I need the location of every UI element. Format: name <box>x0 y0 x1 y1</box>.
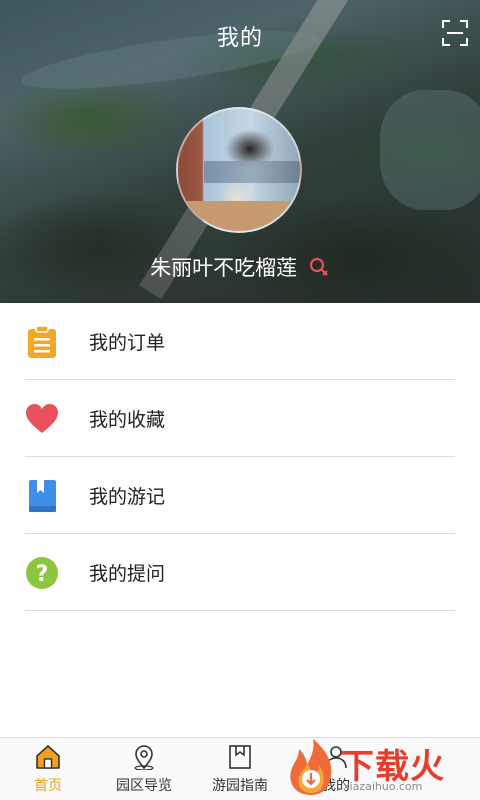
username: 朱丽叶不吃榴莲 <box>150 256 298 280</box>
clipboard-icon <box>28 324 56 358</box>
menu-item-travel-notes[interactable]: 我的游记 <box>0 457 480 534</box>
divider <box>25 610 455 611</box>
nav-item-home[interactable]: 首页 <box>0 738 96 800</box>
nav-item-park-guide[interactable]: 园区导览 <box>96 738 192 800</box>
menu-item-label: 我的订单 <box>89 332 166 354</box>
avatar[interactable] <box>176 107 302 233</box>
nav-label: 首页 <box>34 778 62 794</box>
menu-item-label: 我的提问 <box>89 563 166 585</box>
scan-icon[interactable] <box>442 20 468 46</box>
nav-label: 园区导览 <box>116 778 172 794</box>
watermark-url: xiazaihuo.com <box>343 780 423 793</box>
page-title: 我的 <box>216 26 263 51</box>
location-pin-icon <box>134 745 154 770</box>
menu-item-questions[interactable]: ? 我的提问 <box>0 534 480 611</box>
menu-item-favorites[interactable]: 我的收藏 <box>0 380 480 457</box>
nav-item-visit-guide[interactable]: 游园指南 <box>192 738 288 800</box>
menu-item-label: 我的收藏 <box>89 409 166 431</box>
question-icon: ? <box>26 556 58 589</box>
svg-text:?: ? <box>36 562 49 587</box>
menu-item-orders[interactable]: 我的订单 <box>0 303 480 380</box>
guide-book-icon <box>229 745 251 769</box>
flame-logo-icon <box>290 739 332 795</box>
heart-icon <box>26 403 58 433</box>
username-row: 朱丽叶不吃榴莲 <box>0 252 480 282</box>
profile-menu: 我的订单 我的收藏 我的游记 ? 我的提问 <box>0 303 480 611</box>
female-icon <box>309 257 328 276</box>
nav-label: 游园指南 <box>212 778 268 794</box>
book-icon <box>29 479 56 512</box>
profile-header: 我的 朱丽叶不吃榴莲 <box>0 0 480 303</box>
home-icon <box>36 745 60 769</box>
watermark: 下载火 xiazaihuo.com <box>285 735 480 800</box>
menu-item-label: 我的游记 <box>89 486 166 508</box>
